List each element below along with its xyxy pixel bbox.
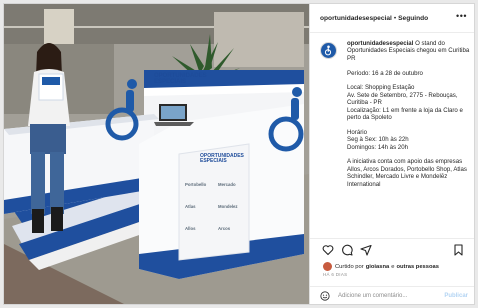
sponsor-logo: Portobello: [185, 182, 207, 187]
likes-others-link[interactable]: outras pessoas: [396, 264, 439, 270]
post-header: oportunidadesespecial • Seguindo •••: [310, 4, 474, 33]
header-username-link[interactable]: oportunidadesespecial: [320, 15, 392, 22]
post-actions: [310, 238, 474, 261]
share-icon[interactable]: [360, 244, 372, 256]
likes-line: Curtido por gioiasna e outras pessoas: [323, 262, 441, 271]
emoji-icon[interactable]: [320, 291, 330, 301]
sponsor-logo: Atlas: [185, 204, 196, 209]
sponsor-logo: Mondelez: [218, 204, 238, 209]
likes-prefix: Curtido por: [335, 263, 364, 270]
heart-icon[interactable]: [322, 244, 334, 256]
sponsor-logo: Allos: [185, 226, 196, 231]
caption-username[interactable]: oportunidadesespecial: [347, 40, 413, 47]
liker-avatar[interactable]: [323, 262, 332, 271]
comment-icon[interactable]: [341, 244, 353, 256]
likes-connector: e: [391, 263, 395, 270]
post-side-panel: oportunidadesespecial • Seguindo ••• opo…: [309, 4, 474, 304]
liker-username[interactable]: gioiasna: [366, 264, 390, 270]
wheelchair-icon: [324, 45, 332, 56]
avatar[interactable]: [320, 42, 337, 59]
caption-period: Período: 16 a 28 de outubro: [347, 69, 423, 77]
following-button[interactable]: Seguindo: [398, 15, 428, 22]
booth-sign-pillar: OPORTUNIDADES ESPECIAIS: [200, 153, 244, 165]
post-photo[interactable]: OPORTUNIDADES ESPECIAIS OPORTUNIDADES ES…: [4, 4, 309, 304]
comment-input[interactable]: Adicione um comentário...: [338, 293, 407, 299]
caption-location: Local: Shopping Estação Av. Sete de Sete…: [347, 84, 463, 122]
comment-bar: Adicione um comentário... Publicar: [310, 286, 474, 304]
sponsor-logo: Arcos: [218, 226, 231, 231]
publish-button[interactable]: Publicar: [444, 293, 468, 299]
booth-sign-main: OPORTUNIDADES ESPECIAIS: [154, 73, 207, 86]
caption-support: A iniciativa conta com apoio das empresa…: [347, 158, 467, 188]
separator-dot: •: [393, 14, 397, 22]
instagram-post: OPORTUNIDADES ESPECIAIS OPORTUNIDADES ES…: [3, 3, 475, 305]
more-dots-icon[interactable]: •••: [456, 11, 467, 21]
caption-hours: Horário Seg à Sex: 10h às 22h Domingos: …: [347, 128, 409, 151]
post-timestamp[interactable]: HÁ 6 DIAS: [323, 272, 347, 277]
bookmark-icon[interactable]: [453, 244, 464, 256]
booth-scene: [4, 4, 309, 304]
sponsor-logo: Mercado: [218, 182, 236, 187]
post-caption: oportunidadesespecial O stand do Oportun…: [347, 40, 471, 195]
